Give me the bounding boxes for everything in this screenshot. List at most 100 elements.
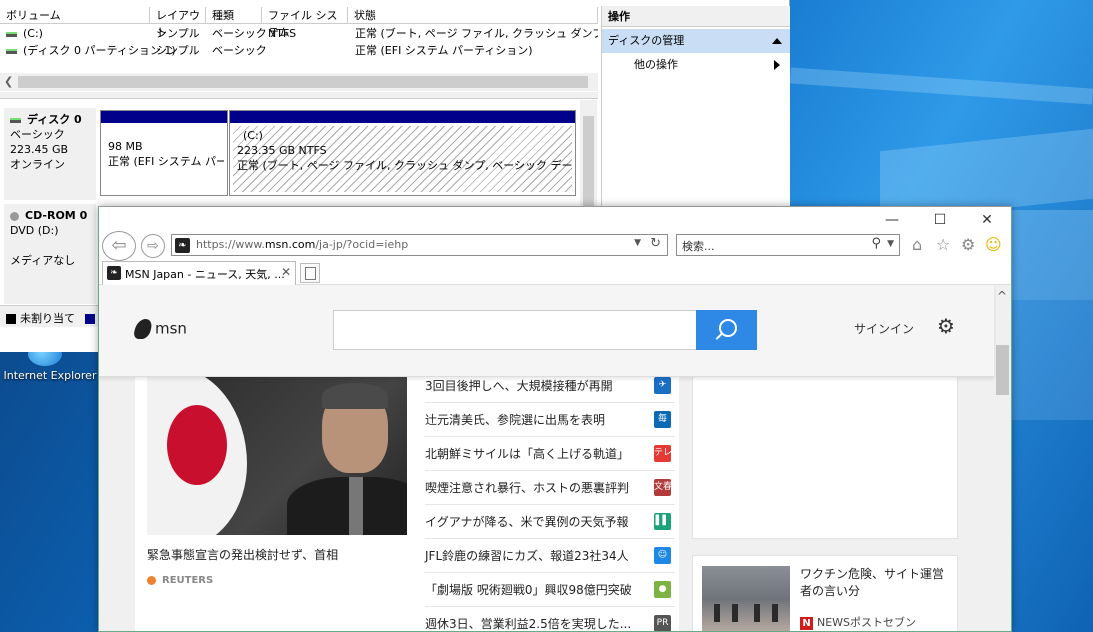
msn-header: msn サインイン ⚙ xyxy=(99,285,994,377)
back-arrow-icon[interactable]: ⇦ xyxy=(102,231,136,261)
actions-more-label: 他の操作 xyxy=(634,58,678,71)
hair-shape xyxy=(322,383,388,409)
signin-link[interactable]: サインイン xyxy=(854,320,914,337)
minimize-icon[interactable]: — xyxy=(877,210,907,230)
scroll-thumb[interactable] xyxy=(583,116,594,206)
internet-explorer-window: — ☐ ✕ ⇦ ⇨ ❧ https://www.msn.com/ja-jp/?o… xyxy=(98,206,1012,632)
hero-image[interactable] xyxy=(147,377,407,535)
volume-type: ベーシック xyxy=(212,44,267,57)
hero-card[interactable]: 緊急事態宣言の発出検討せず、首相 REUTERS xyxy=(135,377,421,631)
chevron-left-icon[interactable]: ❮ xyxy=(4,75,13,88)
partition-status: 正常 (EFI システム パーラ xyxy=(108,155,224,168)
ad-placeholder xyxy=(692,377,958,539)
ie-search-box[interactable]: 検索... ⚲ ▼ xyxy=(676,234,900,256)
legend-unallocated: 未割り当て xyxy=(20,312,75,325)
volume-name: (C:) xyxy=(23,27,43,40)
news-item[interactable]: イグアナが降る、米で異例の天気予報 ▌▌ xyxy=(425,505,675,539)
cdrom-icon xyxy=(10,211,19,221)
address-dropdown-icon[interactable]: ▼ xyxy=(634,238,641,248)
news-title: 「劇場版 呪術廻戦0」興収98億円突破 xyxy=(425,583,632,597)
ie-titlebar[interactable]: — ☐ ✕ xyxy=(99,207,1011,233)
maximize-icon[interactable]: ☐ xyxy=(925,210,955,230)
cdrom-0-label[interactable]: CD-ROM 0 DVD (D:) メディアなし xyxy=(4,204,96,304)
hero-headline[interactable]: 緊急事態宣言の発出検討せず、首相 xyxy=(147,546,338,563)
search-dropdown-icon[interactable]: ▼ xyxy=(887,239,894,249)
volume-list-hscrollbar[interactable]: ❮ xyxy=(0,73,598,91)
disk-state: オンライン xyxy=(10,158,65,171)
volume-layout: シンプル xyxy=(156,44,200,57)
close-tab-icon[interactable]: ✕ xyxy=(281,265,291,279)
gear-icon[interactable]: ⚙ xyxy=(961,236,975,254)
msn-search-button[interactable] xyxy=(696,310,757,350)
news-item[interactable]: 北朝鮮ミサイルは「高く上げる軌道」 テレ xyxy=(425,437,675,471)
partition-c[interactable]: (C:) 223.35 GB NTFS 正常 (ブート, ページ ファイル, ク… xyxy=(229,110,576,196)
pane-splitter[interactable] xyxy=(0,92,598,99)
disk-0-label[interactable]: ディスク 0 ベーシック 223.45 GB オンライン xyxy=(4,108,96,200)
scroll-thumb[interactable] xyxy=(996,345,1009,395)
column-header-volume[interactable]: ボリューム xyxy=(0,7,150,24)
scroll-thumb[interactable] xyxy=(18,76,588,88)
msn-logo[interactable]: msn xyxy=(132,319,187,339)
partition-bar xyxy=(230,111,575,123)
disk-type: ベーシック xyxy=(10,128,65,141)
refresh-icon[interactable]: ↻ xyxy=(650,236,661,251)
actions-section-label: ディスクの管理 xyxy=(608,34,685,47)
actions-more[interactable]: 他の操作 xyxy=(602,53,790,77)
article-card[interactable]: ワクチン危険、サイト運営者の言い分 N NEWSポストセブン xyxy=(692,555,958,631)
page-vscrollbar[interactable]: ^ xyxy=(994,285,1011,631)
tie-shape xyxy=(349,477,363,535)
partition-label: (C:) xyxy=(243,129,263,142)
column-header-type[interactable]: 種類 xyxy=(206,7,262,24)
collapse-icon xyxy=(772,38,782,44)
search-icon[interactable]: ⚲ xyxy=(871,236,881,251)
news-title: 辻元清美氏、参院選に出馬を表明 xyxy=(425,413,606,427)
forward-arrow-icon[interactable]: ⇨ xyxy=(141,234,165,258)
source-badge-icon: ▌▌ xyxy=(654,513,671,530)
url-prefix: https://www. xyxy=(196,238,265,251)
column-header-filesystem[interactable]: ファイル システム xyxy=(262,7,348,39)
volume-row[interactable]: (C:) xyxy=(6,26,43,42)
suit-shape xyxy=(287,477,407,535)
article-thumbnail[interactable] xyxy=(702,566,790,631)
flag-sun-shape xyxy=(167,405,227,485)
source-badge-icon: ☺ xyxy=(654,547,671,564)
chevron-up-icon[interactable]: ^ xyxy=(997,289,1007,303)
feedback-smiley-icon[interactable]: ☺ xyxy=(985,236,1002,254)
article-title[interactable]: ワクチン危険、サイト運営者の言い分 xyxy=(800,566,952,600)
msn-search-input[interactable] xyxy=(333,310,757,350)
volume-icon xyxy=(6,31,17,37)
news-item[interactable]: 辻元清美氏、参院選に出馬を表明 毎 xyxy=(425,403,675,437)
msn-favicon-icon: ❧ xyxy=(107,266,121,280)
partition-efi[interactable]: 98 MB 正常 (EFI システム パーラ xyxy=(100,110,228,196)
news-item[interactable]: 喫煙注意され暴行、ホストの悪裏評判 文春 xyxy=(425,471,675,505)
person-shape xyxy=(714,604,720,622)
news-item[interactable]: JFL鈴鹿の練習にカズ、報道23社34人 ☺ xyxy=(425,539,675,573)
address-bar[interactable]: ❧ https://www.msn.com/ja-jp/?ocid=iehp ▼… xyxy=(171,234,668,256)
new-tab-button[interactable] xyxy=(300,263,320,283)
column-header-layout[interactable]: レイアウト xyxy=(150,7,206,39)
settings-gear-icon[interactable]: ⚙ xyxy=(937,314,955,338)
column-header-status[interactable]: 状態 xyxy=(348,7,598,24)
legend-unallocated-swatch xyxy=(6,314,16,324)
home-icon[interactable]: ⌂ xyxy=(912,236,922,254)
wallpaper-pane xyxy=(1012,300,1093,420)
tab-msn[interactable]: ❧ MSN Japan - ニュース, 天気, ... ✕ xyxy=(102,261,296,285)
partition-body: (C:) 223.35 GB NTFS 正常 (ブート, ページ ファイル, ク… xyxy=(233,126,572,192)
news-item[interactable]: 「劇場版 呪術廻戦0」興収98億円突破 ● xyxy=(425,573,675,607)
news-title: 北朝鮮ミサイルは「高く上げる軌道」 xyxy=(425,447,630,461)
wallpaper-beam xyxy=(789,67,1093,105)
partition-bar xyxy=(101,111,227,123)
actions-disk-management[interactable]: ディスクの管理 xyxy=(602,29,790,53)
news-title: 喫煙注意され暴行、ホストの悪裏評判 xyxy=(425,481,630,495)
volume-row[interactable]: (ディスク 0 パーティション 1) xyxy=(6,43,176,59)
cdrom-drive: DVD (D:) xyxy=(10,224,59,237)
volume-fs: NTFS xyxy=(268,27,297,40)
close-icon[interactable]: ✕ xyxy=(972,210,1002,230)
source-badge-icon: 文春 xyxy=(654,479,672,496)
news-title: 週休3日、営業利益2.5倍を実現した... xyxy=(425,617,632,631)
url-domain: msn.com xyxy=(264,238,316,251)
news-item[interactable]: 週休3日、営業利益2.5倍を実現した... PR xyxy=(425,607,675,631)
msn-page: msn サインイン ⚙ 緊急事態宣言の発出検討せず、首相 REUTERS 3回目… xyxy=(99,285,1011,631)
source-badge-icon: 毎 xyxy=(654,411,671,428)
favorites-star-icon[interactable]: ☆ xyxy=(936,236,950,254)
